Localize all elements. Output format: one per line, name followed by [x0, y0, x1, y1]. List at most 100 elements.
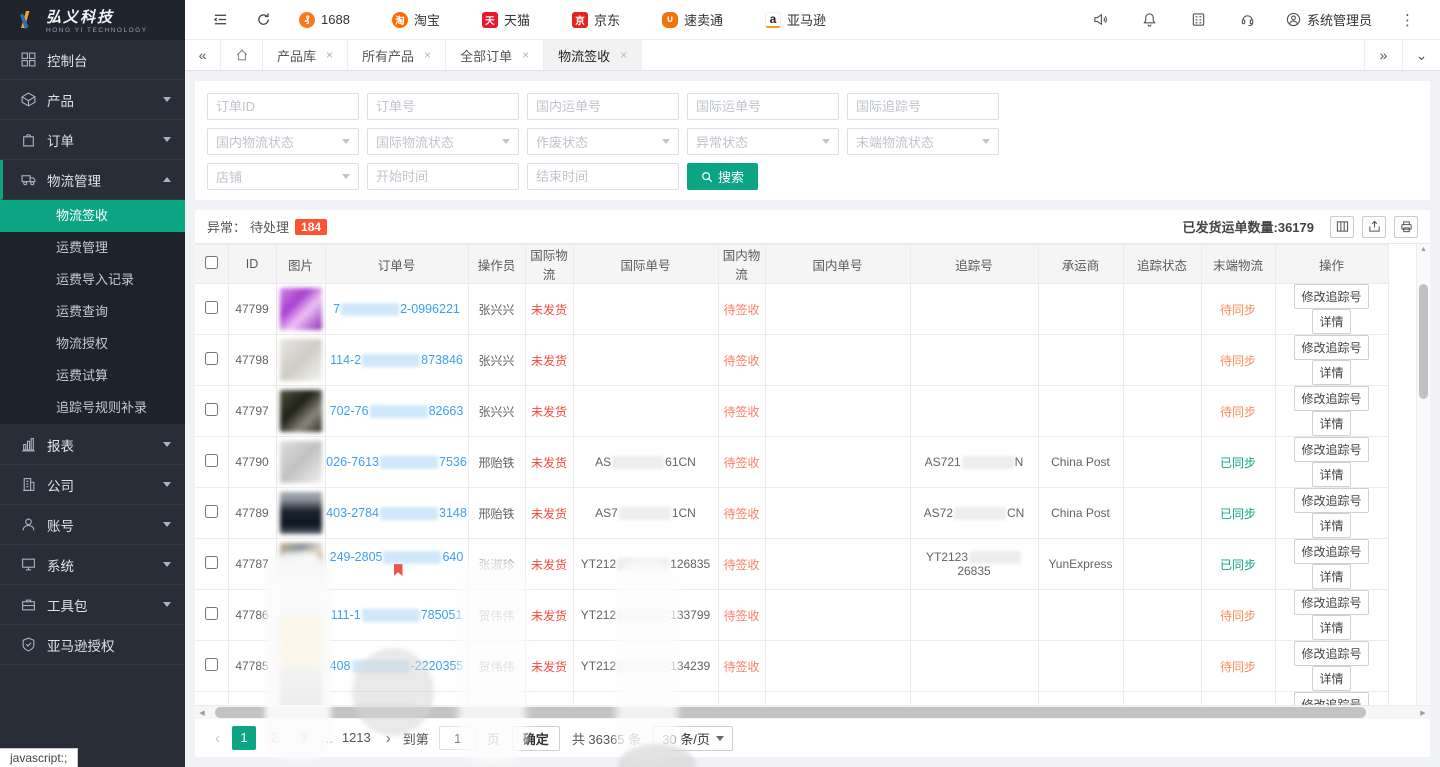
announcement-icon[interactable] [1093, 12, 1108, 27]
menu-fold-icon[interactable] [213, 12, 228, 27]
detail-button[interactable]: 详情 [1312, 564, 1350, 589]
tab-logistics-sign[interactable]: 物流签收× [544, 40, 642, 70]
sidebar-item-freight-trial[interactable]: 运费试算 [0, 360, 185, 392]
domestic-waybill-input[interactable] [527, 93, 679, 120]
tabs-scroll-right-icon[interactable]: » [1364, 40, 1402, 70]
product-image[interactable] [280, 492, 322, 534]
order-number-link[interactable]: 702-7682663 [330, 404, 464, 418]
sidebar-item-toolbox[interactable]: 工具包 [0, 585, 185, 625]
order-id-input[interactable] [207, 93, 359, 120]
intl-waybill-input[interactable] [687, 93, 839, 120]
order-number-link[interactable]: 408-2220355 [330, 659, 464, 673]
vertical-scrollbar[interactable]: ▲ [1416, 244, 1430, 705]
vertical-scroll-thumb[interactable] [1419, 284, 1428, 399]
print-button[interactable] [1394, 216, 1418, 238]
sidebar-item-dashboard[interactable]: 控制台 [0, 40, 185, 80]
order-number-link[interactable]: 72-0996221 [333, 302, 460, 316]
platform-tmall[interactable]: 天 天猫 [482, 10, 530, 29]
sidebar-item-tracking-rule[interactable]: 追踪号规则补录 [0, 392, 185, 424]
row-checkbox[interactable] [205, 352, 218, 365]
product-image[interactable] [280, 441, 322, 483]
row-checkbox[interactable] [205, 505, 218, 518]
edit-tracking-button[interactable]: 修改追踪号 [1294, 692, 1368, 705]
close-icon[interactable]: × [424, 48, 431, 62]
sidebar-item-product[interactable]: 产品 [0, 80, 185, 120]
home-tab-icon[interactable] [221, 40, 263, 70]
select-all-checkbox[interactable] [205, 256, 218, 269]
page-number[interactable]: 1 [232, 726, 256, 750]
edit-tracking-button[interactable]: 修改追踪号 [1294, 386, 1368, 411]
platform-taobao[interactable]: 淘 淘宝 [392, 10, 440, 29]
edit-tracking-button[interactable]: 修改追踪号 [1294, 335, 1368, 360]
edit-tracking-button[interactable]: 修改追踪号 [1294, 284, 1368, 309]
platform-amazon[interactable]: a 亚马逊 [765, 10, 826, 29]
intl-tracking-input[interactable] [847, 93, 999, 120]
scroll-left-icon[interactable]: ◀ [195, 709, 209, 717]
exception-status-select[interactable]: 异常状态 [687, 128, 839, 155]
row-checkbox[interactable] [205, 658, 218, 671]
page-number[interactable]: 1213 [339, 726, 374, 750]
tab-product-library[interactable]: 产品库× [263, 40, 348, 70]
confirm-button[interactable]: 确定 [512, 726, 560, 751]
detail-button[interactable]: 详情 [1312, 462, 1350, 487]
column-settings-button[interactable] [1330, 216, 1354, 238]
row-checkbox[interactable] [205, 301, 218, 314]
close-icon[interactable]: × [326, 48, 333, 62]
order-number-link[interactable]: 026-76137536 [326, 455, 467, 469]
edit-tracking-button[interactable]: 修改追踪号 [1294, 539, 1368, 564]
product-image[interactable] [280, 667, 322, 705]
scroll-up-icon[interactable]: ▲ [1417, 244, 1430, 256]
shop-select[interactable]: 店铺 [207, 163, 359, 190]
platform-1688[interactable]: ₰ 1688 [299, 12, 350, 28]
row-checkbox[interactable] [205, 403, 218, 416]
detail-button[interactable]: 详情 [1312, 615, 1350, 640]
platform-jd[interactable]: 京 京东 [572, 10, 620, 29]
product-image[interactable] [280, 339, 322, 381]
tab-all-orders[interactable]: 全部订单× [446, 40, 544, 70]
row-checkbox[interactable] [205, 556, 218, 569]
detail-button[interactable]: 详情 [1312, 309, 1350, 334]
page-number[interactable]: 3 [292, 726, 316, 750]
order-number-link[interactable]: 249-2805640 [330, 550, 464, 578]
headset-icon[interactable] [1240, 12, 1255, 27]
edit-tracking-button[interactable]: 修改追踪号 [1294, 590, 1368, 615]
goto-page-input[interactable] [439, 726, 477, 750]
end-time-input[interactable] [527, 163, 679, 190]
product-image[interactable] [280, 390, 322, 432]
order-number-link[interactable]: 114-2873846 [330, 353, 463, 367]
user-menu[interactable]: 系统管理员 [1286, 10, 1372, 29]
order-no-input[interactable] [367, 93, 519, 120]
detail-button[interactable]: 详情 [1312, 360, 1350, 385]
prev-page-icon[interactable]: ‹ [209, 730, 226, 747]
start-time-input[interactable] [367, 163, 519, 190]
row-checkbox[interactable] [205, 607, 218, 620]
notification-bell-icon[interactable] [1142, 12, 1157, 27]
sidebar-item-amazon-auth[interactable]: 亚马逊授权 [0, 625, 185, 665]
detail-button[interactable]: 详情 [1312, 666, 1350, 691]
sidebar-item-logistics[interactable]: 物流管理 [0, 160, 185, 200]
sidebar-item-freight-manage[interactable]: 运费管理 [0, 232, 185, 264]
end-logistics-status-select[interactable]: 末端物流状态 [847, 128, 999, 155]
sidebar-item-system[interactable]: 系统 [0, 545, 185, 585]
order-number-link[interactable]: 111-1785051 [331, 608, 463, 622]
refresh-icon[interactable] [256, 12, 271, 27]
sidebar-item-order[interactable]: 订单 [0, 120, 185, 160]
pending-label[interactable]: 待处理 [250, 217, 289, 236]
horizontal-scrollbar[interactable]: ◀ ▶ [195, 705, 1430, 719]
sidebar-item-freight-query[interactable]: 运费查询 [0, 296, 185, 328]
domestic-logistics-status-select[interactable]: 国内物流状态 [207, 128, 359, 155]
close-icon[interactable]: × [620, 48, 627, 62]
edit-tracking-button[interactable]: 修改追踪号 [1294, 437, 1368, 462]
pending-count-badge[interactable]: 184 [295, 219, 327, 235]
more-options-icon[interactable]: ⋮ [1400, 11, 1416, 29]
tabs-menu-icon[interactable]: ⌄ [1402, 40, 1440, 70]
page-number[interactable]: 2 [262, 726, 286, 750]
edit-tracking-button[interactable]: 修改追踪号 [1294, 641, 1368, 666]
edit-tracking-button[interactable]: 修改追踪号 [1294, 488, 1368, 513]
next-page-icon[interactable]: › [380, 730, 397, 747]
scroll-right-icon[interactable]: ▶ [1416, 709, 1430, 717]
sidebar-item-logistics-sign[interactable]: 物流签收 [0, 200, 185, 232]
sidebar-item-report[interactable]: 报表 [0, 425, 185, 465]
tab-all-products[interactable]: 所有产品× [348, 40, 446, 70]
tabs-scroll-left-icon[interactable]: « [185, 40, 221, 70]
